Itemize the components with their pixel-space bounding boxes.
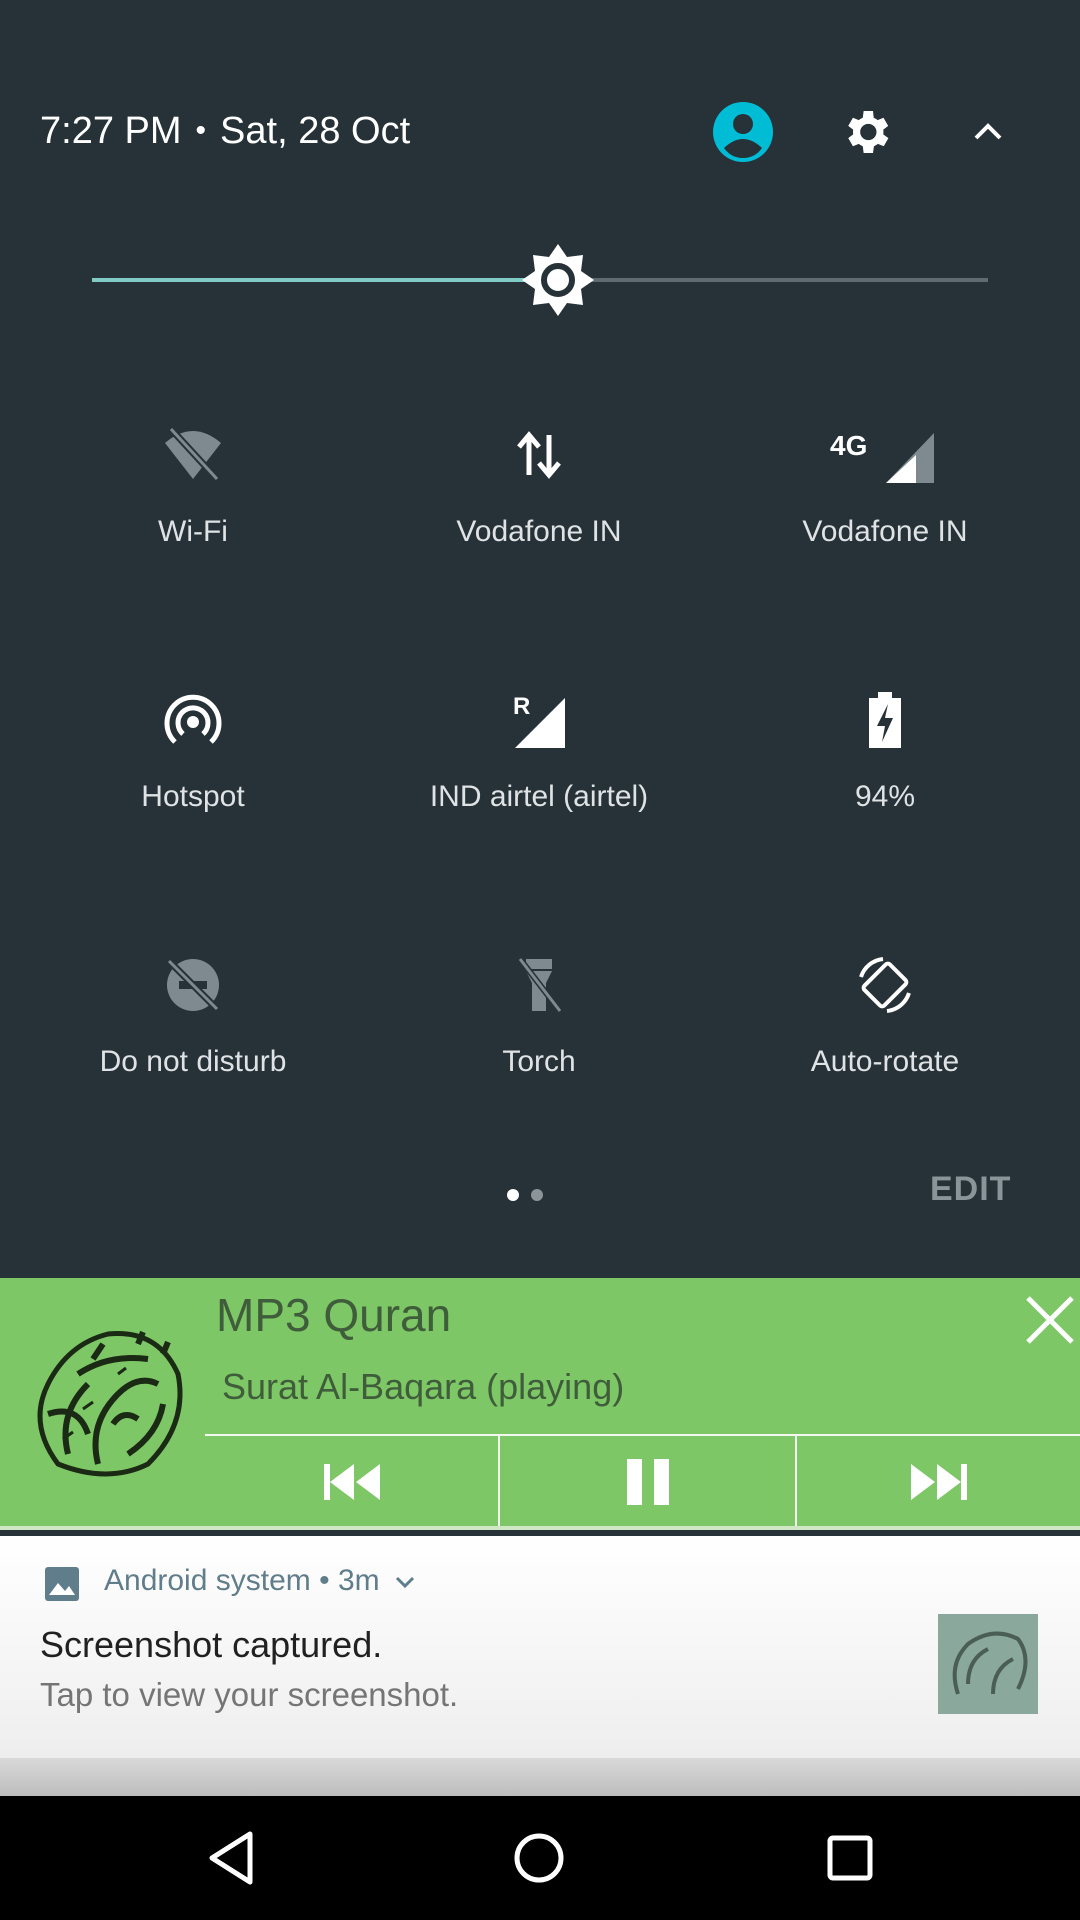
brightness-thumb[interactable]: [518, 240, 598, 320]
page-dot[interactable]: [531, 1189, 543, 1201]
brightness-track-filled: [92, 278, 558, 282]
back-button[interactable]: [151, 1796, 311, 1920]
tile-label: Auto-rotate: [810, 1045, 960, 1078]
collapse-chevron-icon[interactable]: [952, 96, 1024, 168]
tile-label: Vodafone IN: [456, 515, 622, 548]
home-button[interactable]: [459, 1796, 619, 1920]
separator-dot: •: [195, 114, 207, 147]
signal-badge: 4G: [830, 430, 867, 461]
next-icon: [910, 1464, 967, 1500]
user-avatar-icon[interactable]: [707, 96, 779, 168]
tile-label: Wi-Fi: [158, 515, 228, 548]
next-button[interactable]: [797, 1436, 1080, 1528]
tile-battery[interactable]: 94%: [705, 680, 1065, 814]
media-notification[interactable]: MP3 Quran Surat Al-Baqara (playing): [0, 1278, 1080, 1530]
clock: 7:27 PM: [40, 110, 182, 152]
edit-button[interactable]: EDIT: [930, 1170, 1011, 1209]
tile-mobile-data[interactable]: Vodafone IN: [359, 415, 719, 549]
signal-4g-icon: 4G: [705, 415, 1065, 495]
tile-do-not-disturb[interactable]: Do not disturb: [13, 945, 373, 1079]
back-icon: [209, 1831, 253, 1885]
navigation-bar: [0, 1796, 1080, 1920]
wifi-off-icon: [13, 415, 373, 495]
tile-label: Do not disturb: [99, 1045, 287, 1078]
media-title: MP3 Quran: [216, 1289, 452, 1341]
tile-wifi[interactable]: Wi-Fi: [13, 415, 373, 549]
signal-roaming-icon: R: [359, 680, 719, 760]
data-transfer-icon: [359, 415, 719, 495]
notification-text: Tap to view your screenshot.: [40, 1676, 459, 1713]
status-clock-date[interactable]: 7:27 PM • Sat, 28 Oct: [40, 104, 410, 158]
torch-off-icon: [359, 945, 719, 1025]
screenshot-notification[interactable]: Android system • 3m Screenshot captured.…: [0, 1536, 1080, 1758]
brightness-track: [558, 278, 988, 282]
battery-charging-icon: [705, 680, 1065, 760]
tile-signal-4g[interactable]: 4G Vodafone IN: [705, 415, 1065, 549]
tile-label: Vodafone IN: [802, 515, 968, 548]
tile-label: Hotspot: [141, 780, 245, 813]
app-name: Android system: [104, 1564, 311, 1597]
quick-settings-panel: 7:27 PM • Sat, 28 Oct Wi-Fi Vodafone IN: [0, 0, 1080, 1278]
tile-auto-rotate[interactable]: Auto-rotate: [705, 945, 1065, 1079]
pause-button[interactable]: [500, 1436, 795, 1528]
recents-icon: [827, 1835, 873, 1881]
quran-calligraphy-logo: [18, 1314, 192, 1488]
tile-label: 94%: [854, 780, 916, 813]
auto-rotate-icon: [705, 945, 1065, 1025]
previous-icon: [323, 1464, 380, 1500]
media-bottom-edge: [0, 1526, 1080, 1530]
roaming-badge: R: [513, 693, 530, 720]
screenshot-thumbnail[interactable]: [938, 1614, 1038, 1714]
recents-button[interactable]: [770, 1796, 930, 1920]
notification-header[interactable]: Android system • 3m: [104, 1564, 416, 1598]
previous-button[interactable]: [205, 1436, 498, 1528]
tile-torch[interactable]: Torch: [359, 945, 719, 1079]
expand-chevron-icon[interactable]: [394, 1574, 416, 1590]
tile-label: Torch: [502, 1045, 576, 1078]
close-icon[interactable]: [1022, 1292, 1078, 1348]
tile-label: IND airtel (airtel): [429, 780, 649, 813]
page-dot-active[interactable]: [507, 1189, 519, 1201]
tile-roaming-signal[interactable]: R IND airtel (airtel): [359, 680, 719, 814]
notification-title: Screenshot captured.: [40, 1624, 383, 1665]
brightness-slider[interactable]: [92, 240, 988, 320]
date: Sat, 28 Oct: [220, 110, 411, 152]
notification-shade-bottom: [0, 1758, 1080, 1796]
notification-age: 3m: [337, 1564, 380, 1597]
separator-dot: •: [319, 1564, 330, 1597]
tile-hotspot[interactable]: Hotspot: [13, 680, 373, 814]
image-icon: [44, 1566, 80, 1607]
hotspot-icon: [13, 680, 373, 760]
settings-gear-icon[interactable]: [830, 96, 902, 168]
home-icon: [514, 1833, 564, 1883]
page-indicator: [507, 1188, 555, 1206]
pause-icon: [626, 1459, 669, 1505]
media-subtitle: Surat Al-Baqara (playing): [222, 1366, 625, 1407]
dnd-off-icon: [13, 945, 373, 1025]
